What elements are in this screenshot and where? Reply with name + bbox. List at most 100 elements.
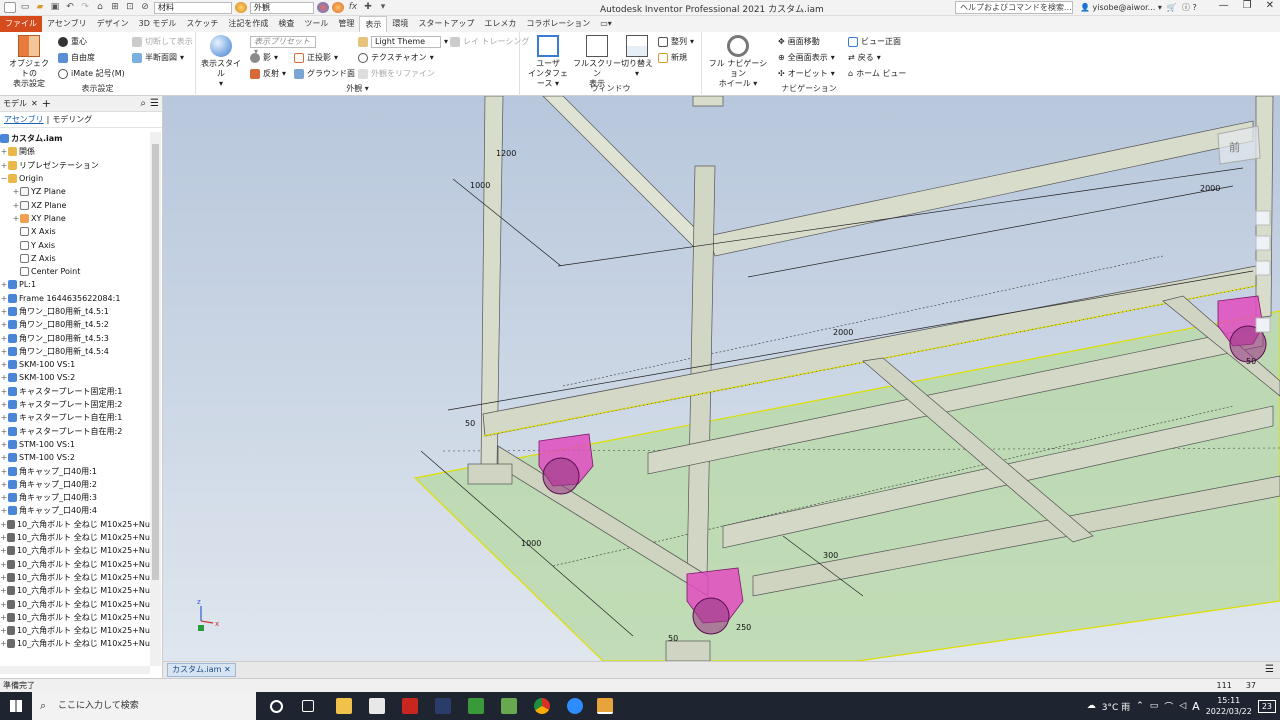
tree-item[interactable]: Z Axis	[0, 252, 150, 265]
ortho-button[interactable]: 正投影 ▾	[294, 52, 338, 64]
store-icon[interactable]	[369, 698, 385, 714]
visual-style-button[interactable]: 表示スタイル ▾	[200, 35, 242, 89]
expand-toggle-icon[interactable]: +	[0, 147, 8, 156]
expand-toggle-icon[interactable]: +	[0, 320, 8, 329]
dof-button[interactable]: 自由度	[58, 52, 95, 64]
tree-item[interactable]: − Origin	[0, 172, 150, 185]
select-mode-icon[interactable]: ⊡	[124, 2, 136, 13]
view-face-button[interactable]: ビュー正面	[848, 36, 901, 48]
expand-toggle-icon[interactable]: +	[0, 360, 8, 369]
clock[interactable]: 15:11 2022/03/22	[1206, 695, 1252, 717]
acrobat-icon[interactable]	[402, 698, 418, 714]
tree-item[interactable]: + SKM-100 VS:1	[0, 358, 150, 371]
shadow-button[interactable]: 影 ▾	[250, 52, 278, 64]
tree-item[interactable]: Center Point	[0, 265, 150, 278]
browser-tab-model[interactable]: モデル	[3, 98, 27, 109]
tree-item[interactable]: + 角ワン_口80用新_t4.5:3	[0, 331, 150, 344]
tree-item[interactable]: +10_六角ボルト 全ねじ M10x25+Nu	[0, 558, 150, 571]
tree-item[interactable]: +10_六角ボルト 全ねじ M10x25+Nu	[0, 544, 150, 557]
expand-toggle-icon[interactable]: +	[0, 493, 8, 502]
graphics-viewport[interactable]: 1200 1000 2000 2000 50 1000 300 250 50 5…	[163, 96, 1280, 661]
nav-bar-look-icon[interactable]	[1255, 317, 1271, 333]
customize-icon[interactable]: ▾	[377, 2, 389, 13]
tree-item[interactable]: + Frame 1644635622084:1	[0, 292, 150, 305]
tree-item[interactable]: + PL:1	[0, 278, 150, 291]
expand-toggle-icon[interactable]: +	[0, 626, 7, 635]
inventor-icon[interactable]	[597, 698, 613, 714]
expand-toggle-icon[interactable]: +	[0, 586, 7, 595]
expand-toggle-icon[interactable]: +	[0, 613, 7, 622]
tree-item[interactable]: +10_六角ボルト 全ねじ M10x25+Nu	[0, 624, 150, 637]
expand-toggle-icon[interactable]: +	[0, 294, 8, 303]
tab-3[interactable]: 3D モデル	[134, 16, 182, 32]
tree-item[interactable]: Y Axis	[0, 238, 150, 251]
expand-toggle-icon[interactable]: +	[0, 533, 7, 542]
app-star-icon[interactable]	[435, 698, 451, 714]
nav-bar-orbit-icon[interactable]	[1255, 260, 1271, 276]
tab-5[interactable]: 注記を作成	[223, 16, 273, 32]
expand-toggle-icon[interactable]: +	[0, 307, 8, 316]
app-green-icon[interactable]	[468, 698, 484, 714]
expand-toggle-icon[interactable]: +	[12, 201, 20, 210]
arrange-button[interactable]: 整列 ▾	[658, 36, 694, 48]
project-icon[interactable]: ⊞	[109, 2, 121, 13]
theme-select[interactable]: Light Theme ▾	[358, 36, 448, 48]
display-preset-select[interactable]: 表示プリセット ▾	[250, 36, 316, 56]
tree-item[interactable]: + SKM-100 VS:2	[0, 371, 150, 384]
tree-item[interactable]: + リプレゼンテーション	[0, 159, 150, 172]
full-nav-wheel-button[interactable]: フル ナビゲーション ホイール ▾	[708, 35, 768, 89]
center-of-gravity-button[interactable]: 重心	[58, 36, 87, 48]
fx-icon[interactable]: fx	[347, 2, 359, 13]
user-interface-button[interactable]: ユーザ インタフェース ▾	[526, 35, 570, 89]
volume-icon[interactable]: ◁	[1179, 701, 1186, 711]
expand-toggle-icon[interactable]: +	[0, 480, 8, 489]
tree-item[interactable]: + 関係	[0, 145, 150, 158]
tray-up-icon[interactable]: ⌃	[1136, 701, 1144, 711]
user-account[interactable]: 👤 yisobe@aiwor... ▾ 🛒 ⓘ ?	[1080, 2, 1197, 13]
add-icon[interactable]: ✚	[362, 2, 374, 13]
tab-1[interactable]: アセンブリ	[42, 16, 92, 32]
tree-item[interactable]: + XZ Plane	[0, 198, 150, 211]
ray-tracing-button[interactable]: レイ トレーシング	[450, 36, 529, 48]
clear-appearance-icon[interactable]	[332, 2, 344, 13]
object-display-button[interactable]: オブジェクトの 表示設定	[6, 35, 52, 89]
no-material-icon[interactable]: ⊘	[139, 2, 151, 13]
notification-badge[interactable]: 23	[1257, 699, 1276, 713]
dim-label[interactable]: 1000	[521, 539, 541, 548]
tree-item[interactable]: + XY Plane	[0, 212, 150, 225]
tab-7[interactable]: ツール	[299, 16, 333, 32]
cut-display-button[interactable]: 切断して表示	[132, 36, 193, 48]
new-window-button[interactable]: 新規	[658, 52, 687, 64]
tree-item[interactable]: + キャスタープレート自在用:1	[0, 411, 150, 424]
close-icon[interactable]: ✕	[1266, 0, 1274, 11]
search-icon[interactable]: ⌕	[140, 98, 146, 109]
new-file-icon[interactable]: ▭	[19, 2, 31, 13]
tree-item[interactable]: +10_六角ボルト 全ねじ M10x25+Nu	[0, 584, 150, 597]
tree-item[interactable]: +10_六角ボルト 全ねじ M10x25+Nu	[0, 597, 150, 610]
half-section-button[interactable]: 半断面図 ▾	[132, 52, 184, 64]
mode-assembly[interactable]: アセンブリ	[4, 114, 44, 125]
expand-toggle-icon[interactable]: +	[0, 387, 8, 396]
tab-8[interactable]: 管理	[333, 16, 359, 32]
tree-item[interactable]: X Axis	[0, 225, 150, 238]
refine-appearance-button[interactable]: 外観をリファイン	[358, 68, 435, 80]
tab-13[interactable]: コラボレーション	[521, 16, 595, 32]
network-icon[interactable]: ⌒	[1164, 700, 1173, 713]
scrollbar-thumb[interactable]	[152, 144, 159, 580]
back-button[interactable]: ⇄ 戻る ▾	[848, 52, 881, 64]
expand-toggle-icon[interactable]: +	[12, 214, 20, 223]
tree-item[interactable]: + YZ Plane	[0, 185, 150, 198]
home-icon[interactable]: ⌂	[94, 2, 106, 13]
tree-item[interactable]: + 角ワン_口80用新_t4.5:1	[0, 305, 150, 318]
tree-item[interactable]: + STM-100 VS:2	[0, 451, 150, 464]
tree-item[interactable]: + 角ワン_口80用新_t4.5:4	[0, 345, 150, 358]
expand-toggle-icon[interactable]: +	[0, 639, 7, 648]
dim-label[interactable]: 2000	[833, 328, 853, 337]
tab-2[interactable]: デザイン	[92, 16, 134, 32]
expand-toggle-icon[interactable]: +	[0, 161, 8, 170]
redo-icon[interactable]: ↷	[79, 2, 91, 13]
restore-icon[interactable]: ❐	[1243, 0, 1252, 11]
dim-label[interactable]: 250	[736, 623, 751, 632]
open-file-icon[interactable]: ▰	[34, 2, 46, 13]
save-icon[interactable]: ▣	[49, 2, 61, 13]
